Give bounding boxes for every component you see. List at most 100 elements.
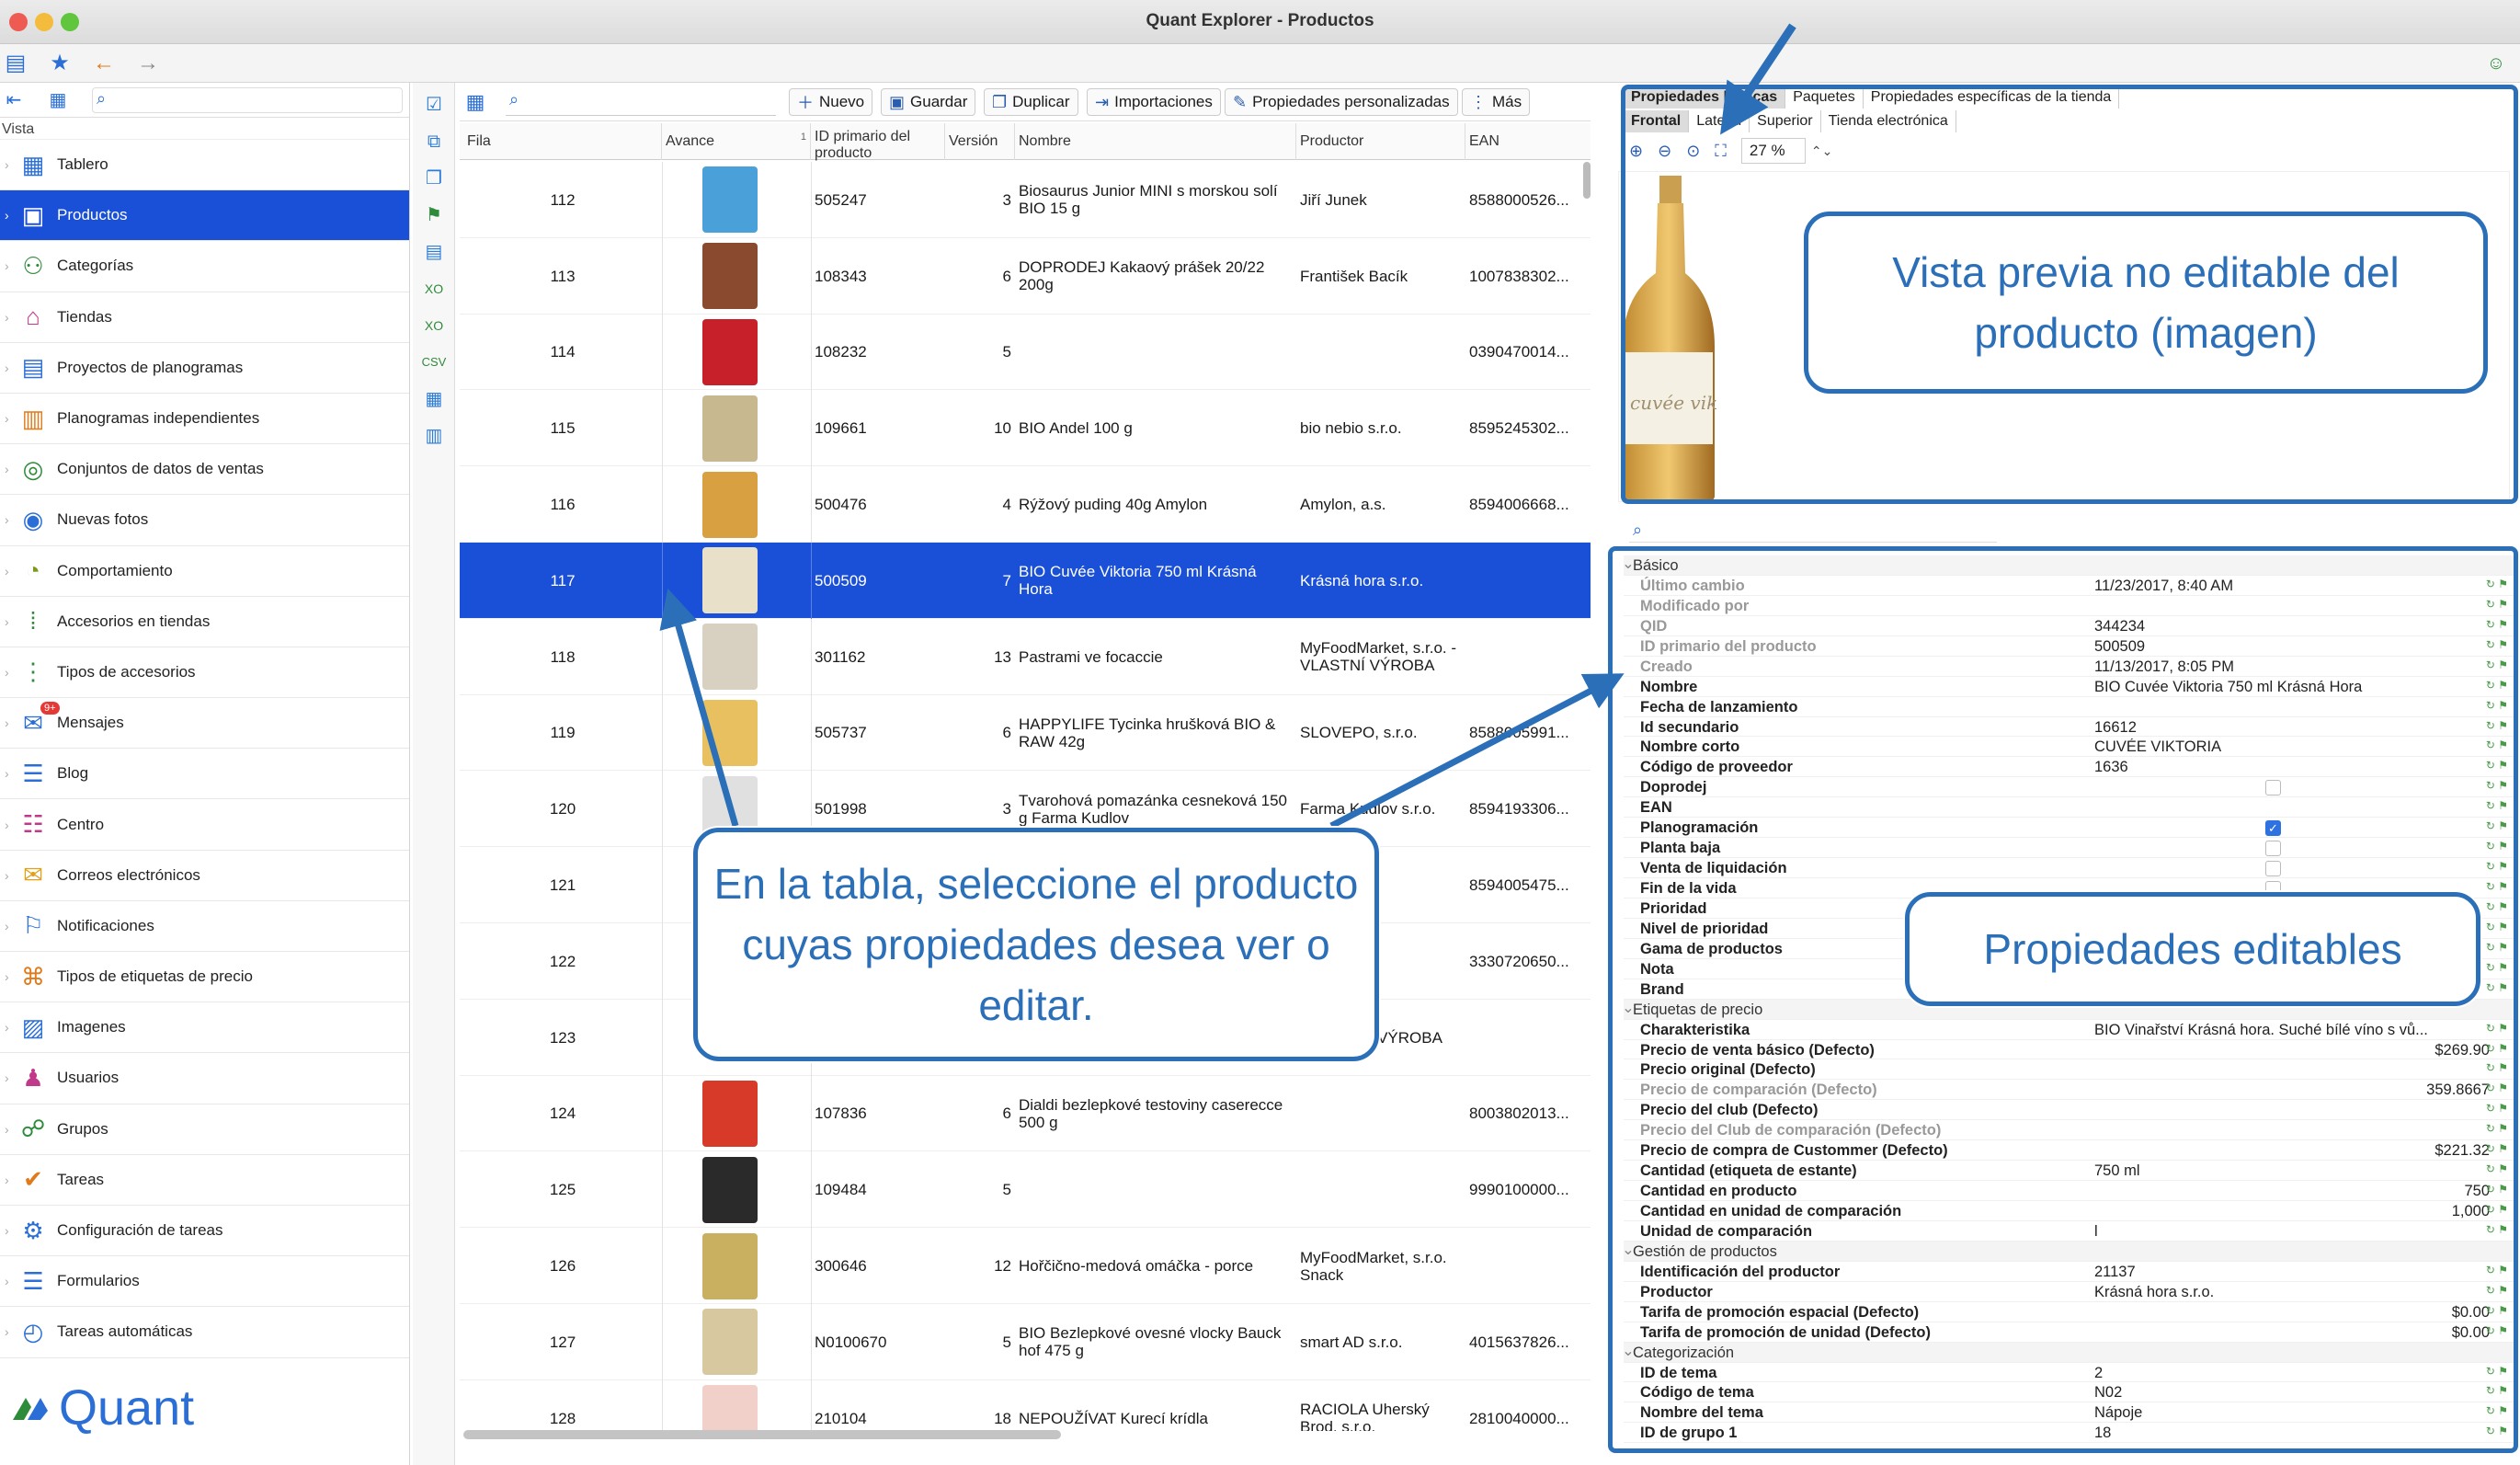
edit-status-icon[interactable]: ↻ ⚑	[2486, 860, 2508, 873]
property-row[interactable]: EAN ↻ ⚑	[1624, 797, 2515, 818]
sidebar-item-planogramas-independientes[interactable]: › ▥ Planogramas independientes	[0, 394, 409, 445]
property-row[interactable]: Nombre del tema Nápoje ↻ ⚑	[1624, 1402, 2515, 1424]
col-row[interactable]: Fila	[463, 123, 662, 160]
edit-status-icon[interactable]: ↻ ⚑	[2486, 779, 2508, 792]
edit-status-icon[interactable]: ↻ ⚑	[2486, 840, 2508, 853]
edit-status-icon[interactable]: ↻ ⚑	[2486, 1223, 2508, 1236]
property-row[interactable]: ID de tema 2 ↻ ⚑	[1624, 1363, 2515, 1383]
table-row[interactable]: 118 301162 13 Pastrami ve focaccie MyFoodMar…	[460, 618, 1591, 695]
chevron-right-icon[interactable]: ›	[5, 208, 9, 223]
property-value[interactable]: 11/13/2017, 8:05 PM	[2094, 658, 2499, 676]
edit-status-icon[interactable]: ↻ ⚑	[2486, 1061, 2508, 1074]
document-icon[interactable]: ▤	[413, 234, 455, 270]
forward-arrow-icon[interactable]: →	[134, 50, 162, 77]
property-row[interactable]: Precio del club (Defecto) ↻ ⚑	[1624, 1100, 2515, 1121]
table-row[interactable]: 126 300646 12 Hořčično-medová omáčka - porc…	[460, 1228, 1591, 1304]
col-producer[interactable]: Productor	[1296, 123, 1465, 160]
csv-icon[interactable]: CSV	[413, 344, 455, 381]
property-row[interactable]: Unidad de comparación l ↻ ⚑	[1624, 1221, 2515, 1242]
zoom-reset-icon[interactable]: ⊙	[1686, 142, 1700, 161]
tab-top[interactable]: Superior	[1750, 110, 1821, 132]
property-value[interactable]: 21137	[2094, 1264, 2499, 1281]
zoom-input[interactable]: 27 %	[1740, 138, 1806, 164]
col-ean[interactable]: EAN	[1465, 123, 1585, 160]
edit-status-icon[interactable]: ↻ ⚑	[2486, 699, 2508, 712]
edit-status-icon[interactable]: ↻ ⚑	[2486, 1284, 2508, 1297]
sidebar-item-productos[interactable]: › ▣ Productos	[0, 190, 409, 242]
chevron-right-icon[interactable]: ›	[5, 818, 9, 832]
property-value[interactable]: 359.8667	[2065, 1082, 2490, 1099]
property-row[interactable]: Venta de liquidación ↻ ⚑	[1624, 858, 2515, 878]
sidebar-item-tareas-automáticas[interactable]: › ◴ Tareas automáticas	[0, 1307, 409, 1358]
edit-status-icon[interactable]: ↻ ⚑	[2486, 1203, 2508, 1216]
check-list-icon[interactable]: ☑	[413, 86, 455, 123]
collapse-icon[interactable]: ⇤	[0, 86, 28, 114]
tab-e-shop[interactable]: Tienda electrónica	[1821, 110, 1956, 132]
chevron-right-icon[interactable]: ›	[5, 310, 9, 325]
chevron-right-icon[interactable]: ›	[5, 1324, 9, 1339]
property-value[interactable]: 16612	[2094, 719, 2499, 737]
property-row[interactable]: Planta baja ↻ ⚑	[1624, 838, 2515, 859]
sidebar-item-tiendas[interactable]: › ⌂ Tiendas	[0, 292, 409, 343]
sidebar-item-tipos-de-etiquetas-de-precio[interactable]: › ⌘ Tipos de etiquetas de precio	[0, 952, 409, 1003]
property-row[interactable]: Cantidad (etiqueta de estante) 750 ml ↻ ⚑	[1624, 1161, 2515, 1182]
chevron-right-icon[interactable]: ›	[5, 919, 9, 933]
property-checkbox[interactable]: ✓	[2265, 820, 2281, 837]
table-icon[interactable]: ▦	[413, 381, 455, 418]
property-row[interactable]: Tarifa de promoción de unidad (Defecto) $…	[1624, 1322, 2515, 1343]
edit-status-icon[interactable]: ↻ ⚑	[2486, 1142, 2508, 1155]
chevron-right-icon[interactable]: ›	[5, 1274, 9, 1288]
property-value[interactable]: l	[2094, 1223, 2499, 1241]
property-row[interactable]: Precio del Club de comparación (Defecto)…	[1624, 1120, 2515, 1141]
chevron-right-icon[interactable]: ›	[5, 1173, 9, 1187]
property-row[interactable]: Creado 11/13/2017, 8:05 PM ↻ ⚑	[1624, 657, 2515, 677]
fit-screen-icon[interactable]: ⛶	[1715, 142, 1727, 161]
sidebar-item-proyectos-de-planogramas[interactable]: › ▤ Proyectos de planogramas	[0, 343, 409, 394]
excel-import-icon[interactable]: XO	[413, 307, 455, 344]
chevron-right-icon[interactable]: ›	[5, 258, 9, 273]
toggle-sidebar-icon[interactable]: ▤	[2, 50, 29, 77]
property-row[interactable]: Cantidad en producto 750 ↻ ⚑	[1624, 1181, 2515, 1201]
edit-status-icon[interactable]: ↻ ⚑	[2486, 719, 2508, 732]
chevron-right-icon[interactable]: ›	[5, 411, 9, 426]
col-name[interactable]: Nombre	[1015, 123, 1296, 160]
zoom-in-icon[interactable]: ⊕	[1629, 142, 1643, 161]
table-row[interactable]: 113 108343 6 DOPRODEJ Kakaový prášek 20/22 …	[460, 237, 1591, 315]
property-search-input[interactable]: ⌕	[1629, 521, 1997, 543]
property-value[interactable]: BIO Vinařství Krásná hora. Suché bílé ví…	[2094, 1022, 2499, 1039]
property-row[interactable]: QID 344234 ↻ ⚑	[1624, 616, 2515, 636]
property-value[interactable]: BIO Cuvée Viktoria 750 ml Krásná Hora	[2094, 679, 2499, 696]
chevron-right-icon[interactable]: ›	[5, 969, 9, 984]
sidebar-item-grupos[interactable]: › ☍ Grupos	[0, 1104, 409, 1155]
chevron-right-icon[interactable]: ›	[5, 1122, 9, 1137]
property-value[interactable]: N02	[2094, 1384, 2499, 1402]
property-row[interactable]: Id secundario 16612 ↻ ⚑	[1624, 717, 2515, 738]
property-row[interactable]: Código de proveedor 1636 ↻ ⚑	[1624, 757, 2515, 778]
custom-properties-button[interactable]: ✎ Propiedades personalizadas	[1225, 88, 1458, 116]
property-checkbox[interactable]	[2265, 780, 2281, 796]
excel-export-icon[interactable]: XO	[413, 270, 455, 307]
chevron-right-icon[interactable]: ›	[5, 868, 9, 883]
property-row[interactable]: Identificación del productor 21137 ↻ ⚑	[1624, 1262, 2515, 1282]
chevron-right-icon[interactable]: ›	[5, 1020, 9, 1035]
chevron-right-icon[interactable]: ›	[5, 1223, 9, 1238]
table-row[interactable]: 124 107836 6 Dialdi bezlepkové testoviny ca…	[460, 1075, 1591, 1152]
edit-status-icon[interactable]: ↻ ⚑	[2486, 1042, 2508, 1055]
chevron-right-icon[interactable]: ›	[5, 715, 9, 730]
edit-status-icon[interactable]: ↻ ⚑	[2486, 1162, 2508, 1175]
sidebar-item-categorías[interactable]: › ⚇ Categorías	[0, 241, 409, 292]
property-value[interactable]: 2	[2094, 1365, 2499, 1382]
save-button[interactable]: ▣ Guardar	[881, 88, 976, 116]
property-row[interactable]: Nombre corto CUVÉE VIKTORIA ↻ ⚑	[1624, 737, 2515, 758]
property-row[interactable]: Precio de venta básico (Defecto) $269.90 ↻…	[1624, 1040, 2515, 1060]
property-value[interactable]: $0.00	[2065, 1324, 2490, 1342]
edit-status-icon[interactable]: ↻ ⚑	[2486, 759, 2508, 772]
edit-status-icon[interactable]: ↻ ⚑	[2486, 1102, 2508, 1115]
property-row[interactable]: Código de tema N02 ↻ ⚑	[1624, 1382, 2515, 1403]
edit-status-icon[interactable]: ↻ ⚑	[2486, 799, 2508, 812]
copy-icon[interactable]: ⧉	[413, 123, 455, 160]
property-row[interactable]: Planogramación ✓ ↻ ⚑	[1624, 818, 2515, 839]
edit-status-icon[interactable]: ↻ ⚑	[2486, 819, 2508, 832]
sidebar-item-conjuntos-de-datos-de-ventas[interactable]: › ◎ Conjuntos de datos de ventas	[0, 444, 409, 496]
property-row[interactable]: ID primario del producto 500509 ↻ ⚑	[1624, 636, 2515, 657]
